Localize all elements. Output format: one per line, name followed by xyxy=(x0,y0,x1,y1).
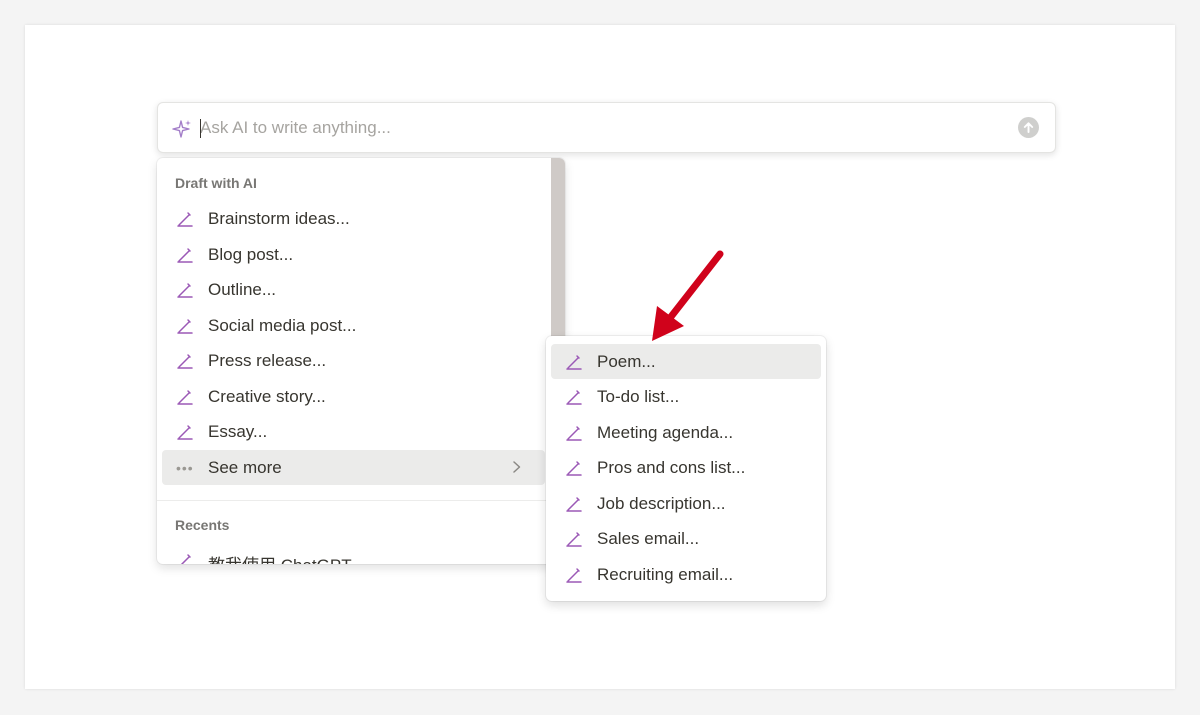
pen-icon xyxy=(177,354,193,369)
submenu-item-label: Poem... xyxy=(597,352,656,371)
section-label-recents: Recents xyxy=(175,517,230,533)
pen-icon xyxy=(566,390,582,405)
arrow-up-icon xyxy=(1023,122,1034,133)
menu-divider xyxy=(157,500,551,501)
submenu-item-sales-email[interactable]: Sales email... xyxy=(551,521,821,556)
section-label-draft: Draft with AI xyxy=(175,175,257,191)
menu-item-creative-story[interactable]: Creative story... xyxy=(162,379,545,414)
menu-item-press-release[interactable]: Press release... xyxy=(162,343,545,378)
menu-item-label: Press release... xyxy=(208,351,327,370)
menu-item-essay[interactable]: Essay... xyxy=(162,414,545,449)
pen-icon xyxy=(566,355,582,370)
menu-item-label: Blog post... xyxy=(208,245,294,264)
menu-item-brainstorm-ideas[interactable]: Brainstorm ideas... xyxy=(162,201,545,236)
pen-icon xyxy=(177,212,193,227)
send-button[interactable] xyxy=(1018,117,1039,138)
submenu-item-poem[interactable]: Poem... xyxy=(551,344,821,379)
submenu-item-recruiting-email[interactable]: Recruiting email... xyxy=(551,557,821,592)
text-cursor xyxy=(200,119,201,138)
pen-icon xyxy=(177,319,193,334)
recent-item-label: 教我使用 ChatGPT xyxy=(208,551,352,564)
pen-icon xyxy=(177,390,193,405)
pen-icon xyxy=(177,283,193,298)
pen-icon xyxy=(180,554,191,564)
menu-item-blog-post[interactable]: Blog post... xyxy=(162,237,545,272)
sparkle-icon xyxy=(172,120,191,138)
ai-prompt-input[interactable] xyxy=(200,115,1000,141)
submenu-item-label: Sales email... xyxy=(597,529,700,548)
submenu-item-label: To-do list... xyxy=(597,387,680,406)
draft-with-ai-menu: Draft with AI Brainstorm ideas... Blog p… xyxy=(157,158,565,564)
pen-icon xyxy=(177,425,193,440)
submenu-item-label: Recruiting email... xyxy=(597,565,734,584)
chevron-right-icon xyxy=(513,461,521,473)
see-more-submenu: Poem... To-do list... Meeting agenda... … xyxy=(546,336,826,601)
menu-item-outline[interactable]: Outline... xyxy=(162,272,545,307)
menu-item-label: Creative story... xyxy=(208,387,326,406)
ai-prompt-bar[interactable] xyxy=(157,102,1056,153)
pen-icon xyxy=(566,568,582,583)
submenu-item-pros-cons-list[interactable]: Pros and cons list... xyxy=(551,450,821,485)
menu-item-see-more[interactable]: ••• See more xyxy=(162,450,545,485)
submenu-item-label: Job description... xyxy=(597,494,726,513)
pen-icon xyxy=(566,497,582,512)
pen-icon xyxy=(566,461,582,476)
submenu-item-label: Pros and cons list... xyxy=(597,458,746,477)
see-more-label: See more xyxy=(208,458,282,477)
submenu-item-todo-list[interactable]: To-do list... xyxy=(551,379,821,414)
menu-item-label: Outline... xyxy=(208,280,277,299)
more-horizontal-icon: ••• xyxy=(176,460,194,476)
submenu-item-label: Meeting agenda... xyxy=(597,423,734,442)
submenu-item-job-description[interactable]: Job description... xyxy=(551,486,821,521)
submenu-item-meeting-agenda[interactable]: Meeting agenda... xyxy=(551,415,821,450)
menu-item-label: Essay... xyxy=(208,422,268,441)
pen-icon xyxy=(566,426,582,441)
pen-icon xyxy=(177,248,193,263)
red-pointer-arrow-icon xyxy=(652,250,724,341)
menu-item-label: Social media post... xyxy=(208,316,357,335)
pen-icon xyxy=(566,532,582,547)
menu-item-label: Brainstorm ideas... xyxy=(208,209,350,228)
recent-item[interactable]: 教我使用 ChatGPT xyxy=(162,543,545,564)
menu-item-social-media-post[interactable]: Social media post... xyxy=(162,308,545,343)
